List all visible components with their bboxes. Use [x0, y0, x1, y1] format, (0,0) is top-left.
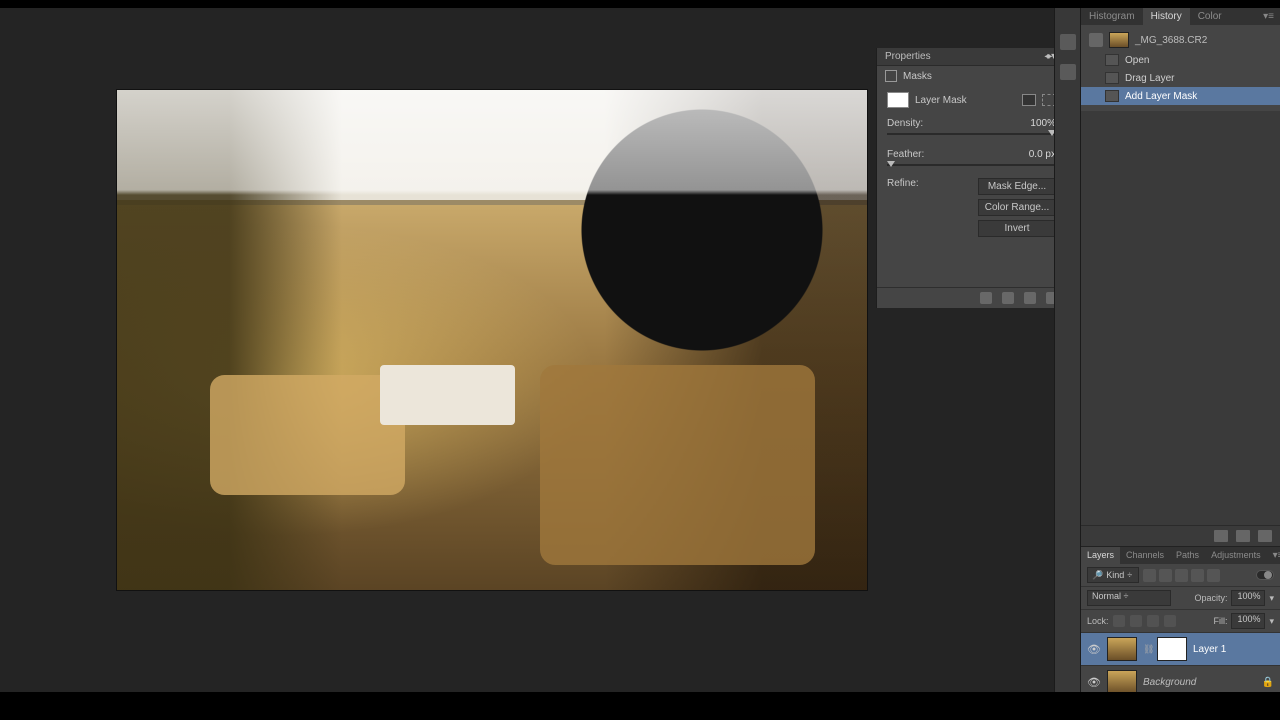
properties-footer	[877, 287, 1066, 308]
lock-image-icon[interactable]	[1130, 615, 1142, 627]
feather-row: Feather: 0.0 px	[877, 145, 1066, 176]
right-side: Histogram History Color ▾≡ _MG_3688.CR2 …	[1054, 8, 1280, 720]
collapsed-panel-strip	[1054, 8, 1080, 720]
filter-kind-select[interactable]: 🔎 Kind ÷	[1087, 567, 1139, 583]
properties-tab[interactable]: Properties ◂▸ ▾≡	[877, 48, 1066, 66]
right-dock: Histogram History Color ▾≡ _MG_3688.CR2 …	[1080, 8, 1280, 720]
layer-list: 👁 ⛓ Layer 1 👁 Background 🔒	[1081, 633, 1280, 699]
new-snapshot-icon[interactable]	[1236, 530, 1250, 542]
lock-position-icon[interactable]	[1147, 615, 1159, 627]
filter-toggle[interactable]	[1256, 570, 1274, 580]
history-snapshot-thumb[interactable]	[1109, 32, 1129, 48]
layer-filter-row: 🔎 Kind ÷	[1081, 564, 1280, 587]
density-row: Density: 100%	[877, 114, 1066, 145]
history-filename: _MG_3688.CR2	[1135, 35, 1207, 46]
density-label: Density:	[887, 118, 923, 129]
feather-slider[interactable]	[887, 164, 1056, 166]
history-step-icon	[1105, 90, 1119, 102]
history-step[interactable]: Add Layer Mask	[1081, 87, 1280, 105]
history-step-label: Add Layer Mask	[1125, 91, 1197, 102]
refine-label: Refine:	[887, 178, 919, 189]
layer-name[interactable]: Background	[1143, 677, 1196, 688]
lock-icon: 🔒	[1262, 677, 1274, 688]
history-tabs: Histogram History Color ▾≡	[1081, 8, 1280, 25]
adjustments-icon[interactable]	[1060, 34, 1076, 50]
blend-opacity-row: Normal ÷ Opacity: 100%▾	[1081, 587, 1280, 610]
history-footer	[1081, 525, 1280, 546]
history-step-label: Open	[1125, 55, 1149, 66]
filter-type-icon[interactable]	[1175, 569, 1188, 582]
tab-layers[interactable]: Layers	[1081, 547, 1120, 564]
layer-name[interactable]: Layer 1	[1193, 644, 1226, 655]
layer-mask-thumb[interactable]	[887, 92, 909, 108]
layer-row[interactable]: 👁 ⛓ Layer 1	[1081, 633, 1280, 666]
feather-label: Feather:	[887, 149, 924, 160]
mask-thumb[interactable]	[1157, 637, 1187, 661]
density-value[interactable]: 100%	[1030, 118, 1056, 129]
tab-color[interactable]: Color	[1190, 8, 1230, 25]
tab-adjustments[interactable]: Adjustments	[1205, 547, 1267, 564]
tab-paths[interactable]: Paths	[1170, 547, 1205, 564]
work-area: Properties ◂▸ ▾≡ Masks Layer Mask	[0, 8, 1280, 720]
history-source[interactable]: _MG_3688.CR2	[1081, 29, 1280, 51]
density-slider[interactable]	[887, 133, 1056, 135]
filter-smart-icon[interactable]	[1207, 569, 1220, 582]
tab-history[interactable]: History	[1143, 8, 1190, 25]
letterbox-bottom	[0, 692, 1280, 720]
lock-transparent-icon[interactable]	[1113, 615, 1125, 627]
lock-label: Lock:	[1087, 616, 1109, 626]
tab-channels[interactable]: Channels	[1120, 547, 1170, 564]
fill-label: Fill:	[1213, 616, 1227, 626]
properties-panel: Properties ◂▸ ▾≡ Masks Layer Mask	[876, 48, 1066, 308]
layers-tabs: Layers Channels Paths Adjustments ▾≡	[1081, 547, 1280, 564]
properties-title: Properties	[885, 51, 931, 62]
opacity-label: Opacity:	[1194, 593, 1227, 603]
photoshop-window: Properties ◂▸ ▾≡ Masks Layer Mask	[0, 0, 1280, 720]
document-canvas[interactable]	[117, 90, 867, 590]
color-range-button[interactable]: Color Range...	[978, 199, 1056, 216]
lock-all-icon[interactable]	[1164, 615, 1176, 627]
history-brush-icon[interactable]	[1089, 33, 1103, 47]
pixel-mask-icon[interactable]	[885, 70, 897, 82]
blend-mode-select[interactable]: Normal ÷	[1087, 590, 1171, 606]
layer-thumb[interactable]	[1107, 670, 1137, 694]
feather-value[interactable]: 0.0 px	[1029, 149, 1056, 160]
styles-icon[interactable]	[1060, 64, 1076, 80]
layer-thumb[interactable]	[1107, 637, 1137, 661]
layer-mask-row: Layer Mask	[877, 86, 1066, 114]
lock-fill-row: Lock: Fill: 100%▾	[1081, 610, 1280, 633]
visibility-toggle-icon[interactable]: 👁	[1087, 643, 1101, 656]
layers-panel-menu-icon[interactable]: ▾≡	[1267, 547, 1280, 564]
history-step-icon	[1105, 54, 1119, 66]
history-step[interactable]: Open	[1081, 51, 1280, 69]
masks-header: Masks	[877, 66, 1066, 86]
disable-mask-icon[interactable]	[1024, 292, 1036, 304]
load-selection-icon[interactable]	[980, 292, 992, 304]
filter-pixel-icon[interactable]	[1143, 569, 1156, 582]
history-step-icon	[1105, 72, 1119, 84]
link-icon[interactable]: ⛓	[1143, 644, 1151, 655]
history-step-label: Drag Layer	[1125, 73, 1174, 84]
tab-histogram[interactable]: Histogram	[1081, 8, 1143, 25]
opacity-input[interactable]: 100%	[1231, 590, 1265, 606]
history-body: _MG_3688.CR2 Open Drag Layer Add Layer Mas…	[1081, 25, 1280, 111]
history-empty-area	[1081, 111, 1280, 525]
invert-button[interactable]: Invert	[978, 220, 1056, 237]
layer-mask-label: Layer Mask	[915, 95, 967, 106]
delete-state-icon[interactable]	[1258, 530, 1272, 542]
visibility-toggle-icon[interactable]: 👁	[1087, 676, 1101, 689]
letterbox-top	[0, 0, 1280, 8]
masks-label: Masks	[903, 71, 932, 82]
create-document-from-state-icon[interactable]	[1214, 530, 1228, 542]
add-pixel-mask-icon[interactable]	[1022, 94, 1036, 106]
history-step[interactable]: Drag Layer	[1081, 69, 1280, 87]
apply-mask-icon[interactable]	[1002, 292, 1014, 304]
filter-adjust-icon[interactable]	[1159, 569, 1172, 582]
fill-input[interactable]: 100%	[1231, 613, 1265, 629]
history-panel-menu-icon[interactable]: ▾≡	[1257, 8, 1280, 25]
mask-edge-button[interactable]: Mask Edge...	[978, 178, 1056, 195]
filter-shape-icon[interactable]	[1191, 569, 1204, 582]
